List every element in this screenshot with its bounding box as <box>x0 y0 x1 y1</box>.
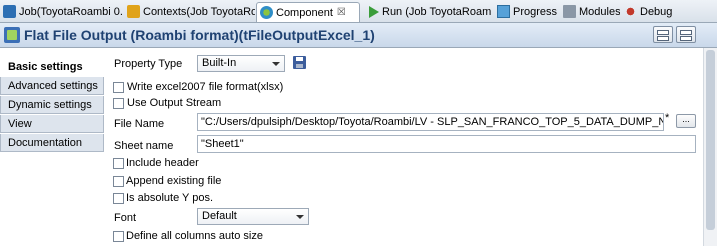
tab-component[interactable]: Component ☒ <box>256 2 360 22</box>
modules-icon <box>563 5 576 18</box>
nav-documentation[interactable]: Documentation <box>0 134 104 152</box>
font-label: Font <box>114 212 137 224</box>
property-type-label: Property Type <box>114 58 183 70</box>
absolute-y-checkbox[interactable] <box>113 193 124 204</box>
include-header-checkbox[interactable] <box>113 158 124 169</box>
file-name-label: File Name <box>114 118 165 130</box>
view-tab-bar: Job(ToyotaRoambi 0.1 Contexts(Job Toyota… <box>0 0 717 23</box>
nav-basic-settings[interactable]: Basic settings <box>0 58 104 76</box>
auto-size-checkbox[interactable] <box>113 231 124 242</box>
chevron-down-icon <box>296 215 304 219</box>
font-select[interactable]: Default <box>197 208 309 225</box>
tab-run[interactable]: Run (Job ToyotaRoam <box>364 2 492 21</box>
page-title: Flat File Output (Roambi format)(tFileOu… <box>24 27 375 43</box>
append-existing-checkbox[interactable] <box>113 176 124 187</box>
tab-debug-label: Debug <box>640 5 673 18</box>
append-existing-label: Append existing file <box>126 175 222 187</box>
nav-advanced-settings[interactable]: Advanced settings <box>0 77 104 95</box>
tab-job-label: Job(ToyotaRoambi 0.1 <box>19 5 123 18</box>
tab-contexts[interactable]: Contexts(Job ToyotaRo <box>124 2 255 21</box>
font-value: Default <box>202 210 237 222</box>
file-name-field[interactable]: "C:/Users/dpulsiph/Desktop/Toyota/Roambi… <box>197 113 664 131</box>
progress-icon <box>497 5 510 18</box>
debug-icon <box>624 5 637 18</box>
property-type-value: Built-In <box>202 57 237 69</box>
vertical-scrollbar[interactable] <box>703 48 717 246</box>
tab-job[interactable]: Job(ToyotaRoambi 0.1 <box>0 2 123 21</box>
browse-button[interactable]: ... <box>676 114 696 128</box>
component-title-bar: Flat File Output (Roambi format)(tFileOu… <box>0 23 717 48</box>
tab-modules[interactable]: Modules <box>560 2 620 21</box>
sheet-name-field[interactable]: "Sheet1" <box>197 135 696 153</box>
layout-split-button[interactable] <box>676 26 696 43</box>
file-name-required-marker: * <box>665 112 670 124</box>
tab-run-label: Run (Job ToyotaRoam <box>382 5 492 18</box>
save-icon[interactable] <box>293 56 306 69</box>
tab-debug[interactable]: Debug <box>621 2 679 21</box>
tab-contexts-label: Contexts(Job ToyotaRo <box>143 5 255 18</box>
contexts-icon <box>127 5 140 18</box>
nav-dynamic-settings[interactable]: Dynamic settings <box>0 96 104 114</box>
tab-modules-label: Modules <box>579 5 620 18</box>
sheet-name-label: Sheet name <box>114 140 174 152</box>
include-header-label: Include header <box>126 157 199 169</box>
tab-component-label: Component <box>276 6 333 19</box>
layout-grid-button[interactable] <box>653 26 673 43</box>
nav-view[interactable]: View <box>0 115 104 133</box>
property-type-select[interactable]: Built-In <box>197 55 285 72</box>
component-icon <box>260 6 273 19</box>
absolute-y-label: Is absolute Y pos. <box>126 192 214 204</box>
auto-size-label: Define all columns auto size <box>126 230 263 242</box>
settings-nav: Basic settings Advanced settings Dynamic… <box>0 58 104 153</box>
use-output-stream-label: Use Output Stream <box>127 97 222 109</box>
chevron-down-icon <box>272 62 280 66</box>
scrollbar-thumb[interactable] <box>706 50 715 230</box>
tab-progress-label: Progress <box>513 5 558 18</box>
job-icon <box>3 5 16 18</box>
close-tab-icon[interactable]: ☒ <box>337 7 346 18</box>
write-excel2007-checkbox[interactable] <box>113 82 124 93</box>
write-excel2007-label: Write excel2007 file format(xlsx) <box>127 81 284 93</box>
use-output-stream-checkbox[interactable] <box>113 98 124 109</box>
tab-progress[interactable]: Progress <box>494 2 560 21</box>
run-icon <box>369 5 379 18</box>
output-component-icon <box>4 27 20 43</box>
